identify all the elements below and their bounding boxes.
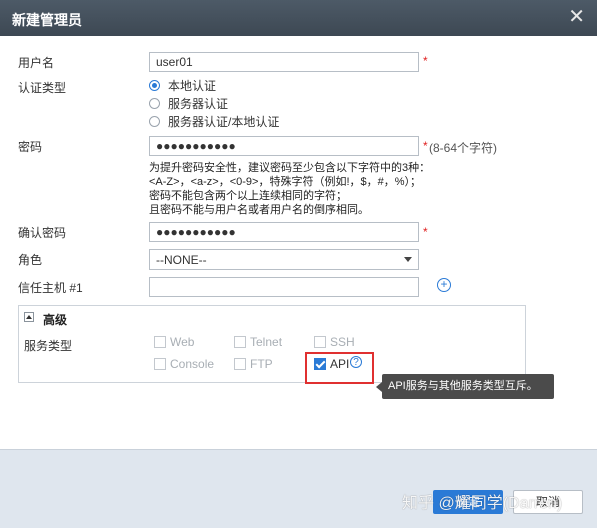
service-console-checkbox[interactable] xyxy=(154,358,166,370)
advanced-title: 高级 xyxy=(43,313,68,327)
username-label: 用户名 xyxy=(18,56,55,70)
password-tip-line: <A-Z>，<a-z>，<0-9>，特殊字符（例如!，$，#，%）； xyxy=(149,176,422,188)
service-console-label: Console xyxy=(170,357,215,371)
password-policy-tip: 为提升密码安全性，建议密码至少包含以下字符中的3种： <A-Z>，<a-z>，<… xyxy=(149,161,479,217)
service-telnet-label: Telnet xyxy=(250,335,283,349)
service-api-label: API xyxy=(330,357,350,371)
plus-circle-icon[interactable]: + xyxy=(437,278,451,292)
service-ssh-checkbox[interactable] xyxy=(314,336,326,348)
radio-button-checked[interactable] xyxy=(149,79,160,91)
auth-type-label: 认证类型 xyxy=(18,81,67,95)
role-selected-value: --NONE-- xyxy=(156,253,207,267)
password-length-hint: (8-64个字符) xyxy=(429,141,498,155)
password-tip-line: 密码不能包含两个以上连续相同的字符； xyxy=(149,190,347,202)
service-ftp-label: FTP xyxy=(250,357,273,371)
trusted-host-input[interactable] xyxy=(149,277,419,297)
auth-option-server[interactable]: 服务器认证 xyxy=(149,95,228,111)
confirm-password-required-mark: * xyxy=(423,225,428,239)
username-required-mark: * xyxy=(423,54,428,68)
password-input[interactable] xyxy=(149,136,419,156)
password-label: 密码 xyxy=(18,140,43,154)
service-web-checkbox[interactable] xyxy=(154,336,166,348)
service-telnet-checkbox[interactable] xyxy=(234,336,246,348)
watermark-text: 知乎 @耀同学(Darren) xyxy=(402,495,563,512)
confirm-password-label: 确认密码 xyxy=(18,226,67,240)
confirm-password-input[interactable] xyxy=(149,222,419,242)
username-input[interactable] xyxy=(149,52,419,72)
radio-button[interactable] xyxy=(149,97,160,109)
auth-option-label: 服务器认证/本地认证 xyxy=(168,114,280,129)
auth-option-label: 本地认证 xyxy=(168,78,217,93)
auth-option-server-local[interactable]: 服务器认证/本地认证 xyxy=(149,113,279,129)
service-web-label: Web xyxy=(170,335,195,349)
password-tip-line: 且密码不能与用户名或者用户名的倒序相同。 xyxy=(149,204,369,216)
service-type-label: 服务类型 xyxy=(24,339,73,353)
trusted-host-label: 信任主机 #1 xyxy=(18,281,83,295)
service-ftp-checkbox[interactable] xyxy=(234,358,246,370)
close-icon[interactable]: ✕ xyxy=(568,7,585,27)
question-circle-icon[interactable]: ? xyxy=(350,356,362,368)
role-label: 角色 xyxy=(18,253,43,267)
radio-button[interactable] xyxy=(149,115,160,127)
auth-option-label: 服务器认证 xyxy=(168,96,229,111)
api-tooltip: API服务与其他服务类型互斥。 xyxy=(376,374,554,399)
dialog-titlebar: 新建管理员 ✕ xyxy=(0,0,597,36)
chevron-down-icon xyxy=(404,257,412,262)
service-ssh-label: SSH xyxy=(330,335,355,349)
dialog-title: 新建管理员 xyxy=(12,12,82,28)
service-api-checkbox[interactable] xyxy=(314,358,326,370)
new-admin-dialog: 新建管理员 ✕ 用户名 * 认证类型 本地认证 服务器认证 服务器认证/本地认证… xyxy=(0,0,597,528)
role-select[interactable]: --NONE-- xyxy=(149,249,419,270)
password-tip-line: 为提升密码安全性，建议密码至少包含以下字符中的3种： xyxy=(149,162,431,174)
password-required-mark: * xyxy=(423,139,428,153)
auth-option-local[interactable]: 本地认证 xyxy=(149,77,216,93)
collapse-toggle-icon[interactable] xyxy=(24,312,34,322)
